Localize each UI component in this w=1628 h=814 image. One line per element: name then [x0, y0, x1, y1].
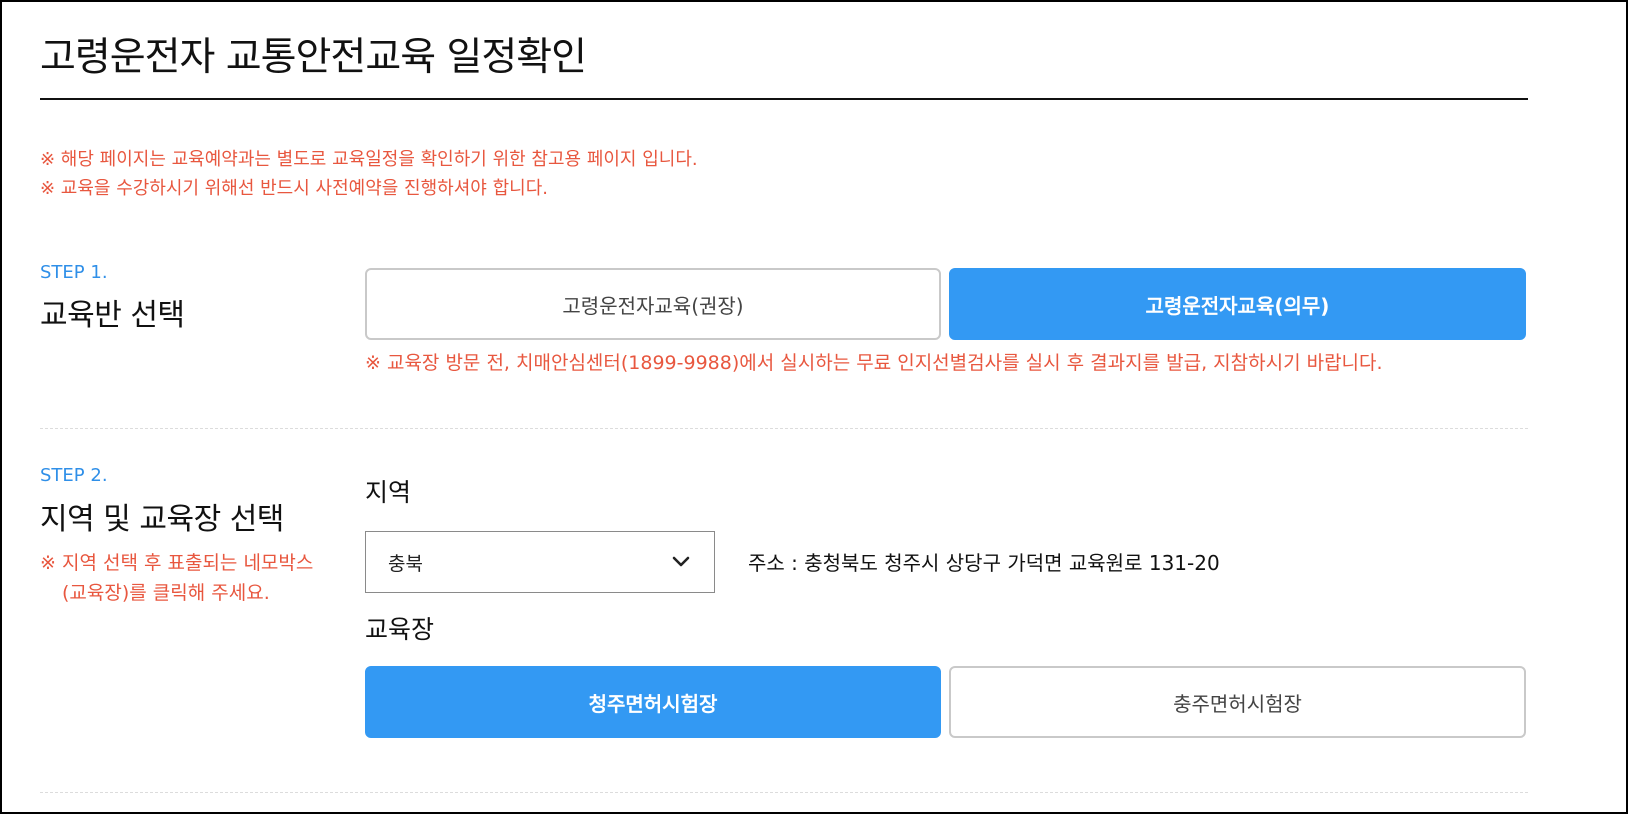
step2-tag: STEP 2. — [40, 465, 108, 486]
page-title: 고령운전자 교통안전교육 일정확인 — [40, 35, 587, 80]
center-label: 교육장 — [365, 615, 435, 644]
bottom-divider — [40, 792, 1528, 793]
step2-note-line1: ※ 지역 선택 후 표출되는 네모박스 — [40, 552, 314, 574]
course-mandatory-button[interactable]: 고령운전자교육(의무) — [949, 268, 1526, 340]
chevron-down-icon — [672, 556, 690, 567]
notice-reservation-required: ※ 교육을 수강하시기 위해선 반드시 사전예약을 진행하셔야 합니다. — [40, 178, 548, 199]
notice-reference-page: ※ 해당 페이지는 교육예약과는 별도로 교육일정을 확인하기 위한 참고용 페… — [40, 149, 698, 170]
center-address: 주소 : 충청북도 청주시 상당구 가덕면 교육원로 131-20 — [748, 551, 1220, 575]
center-cheongju-button[interactable]: 청주면허시험장 — [365, 666, 941, 738]
step1-title: 교육반 선택 — [40, 298, 185, 333]
region-label: 지역 — [365, 478, 412, 507]
step1-tag: STEP 1. — [40, 262, 108, 283]
step-divider — [40, 428, 1528, 429]
title-divider — [40, 98, 1528, 100]
region-select[interactable]: 충북 — [365, 531, 715, 593]
center-chungju-button[interactable]: 충주면허시험장 — [949, 666, 1526, 738]
cognitive-test-warning: ※ 교육장 방문 전, 치매안심센터(1899-9988)에서 실시하는 무료 … — [365, 352, 1383, 374]
step2-note: ※ 지역 선택 후 표출되는 네모박스 (교육장)를 클릭해 주세요. — [40, 548, 313, 608]
step2-title: 지역 및 교육장 선택 — [40, 502, 284, 537]
step2-note-line2: (교육장)를 클릭해 주세요. — [62, 582, 270, 604]
course-recommended-button[interactable]: 고령운전자교육(권장) — [365, 268, 941, 340]
region-select-value: 충북 — [388, 552, 423, 575]
